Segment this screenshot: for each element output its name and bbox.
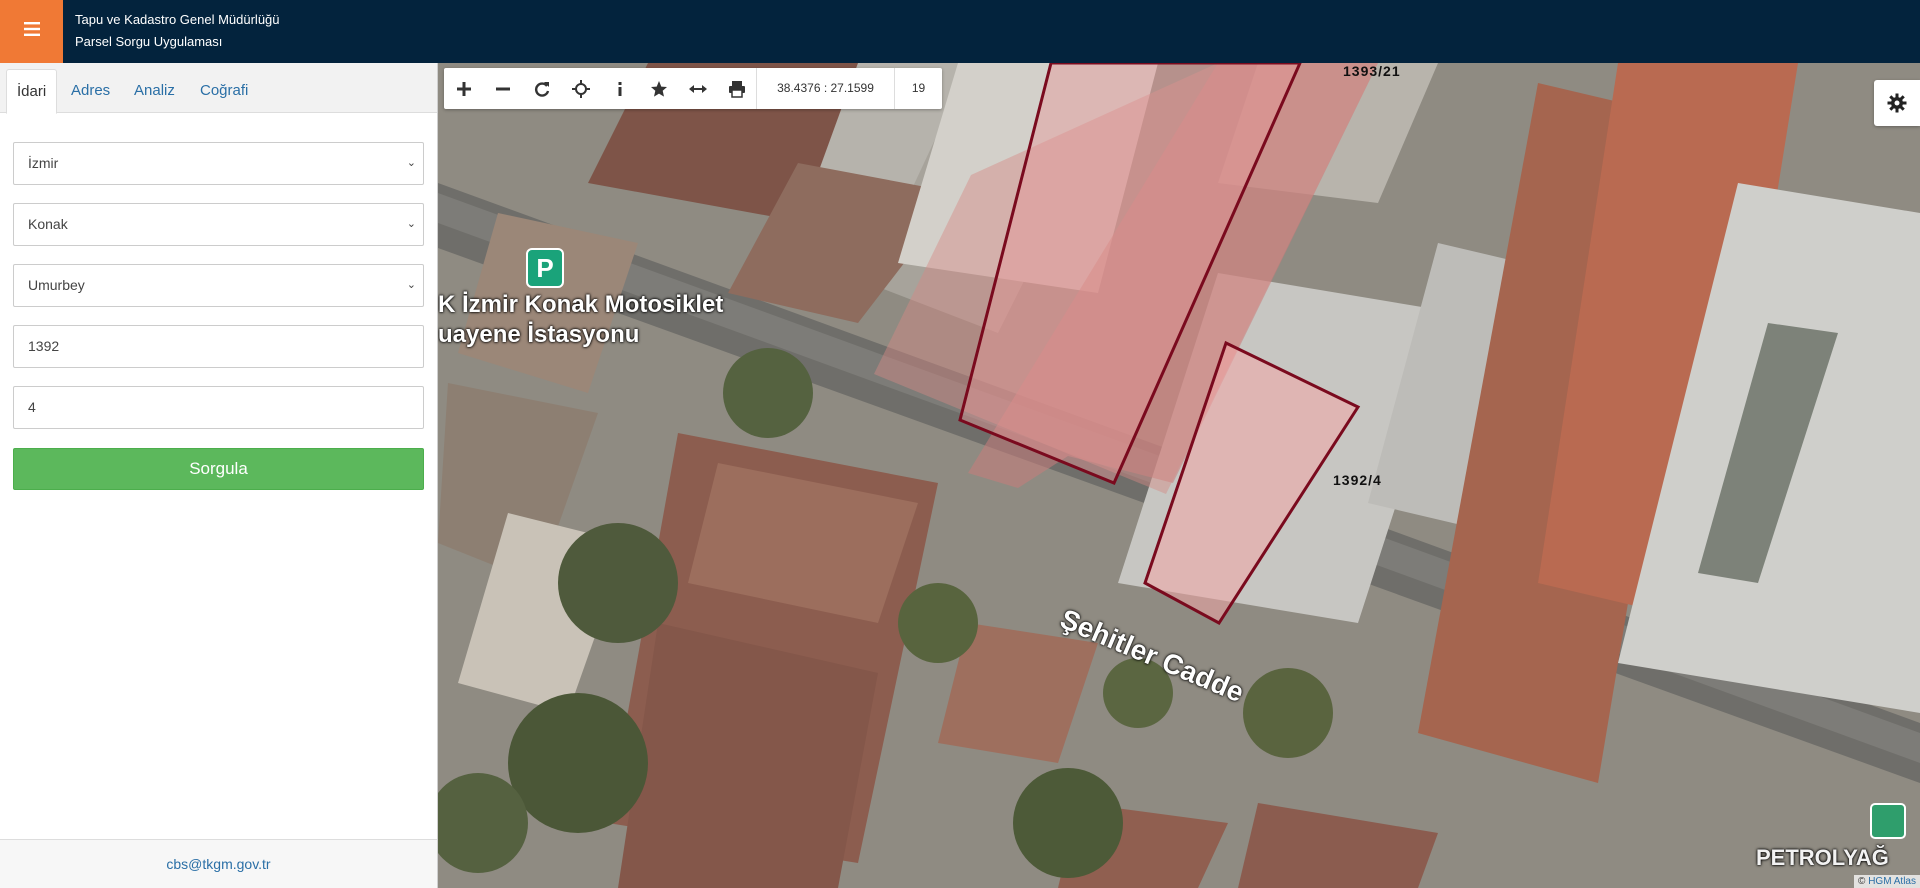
chevron-down-icon: ⌄ [406,157,416,169]
gear-icon [1887,93,1907,113]
tab-analiz[interactable]: Analiz [124,69,185,114]
hamburger-icon [23,22,40,41]
district-value: Konak [28,216,68,232]
attribution-link[interactable]: HGM Atlas [1868,876,1916,887]
chevron-down-icon: ⌄ [406,218,416,230]
zoom-out-button[interactable] [483,68,522,109]
parcel-overlay [958,63,1361,625]
neighborhood-select[interactable]: Umurbey ⌄ [13,264,424,307]
contact-email-link[interactable]: cbs@tkgm.gov.tr [166,856,270,872]
fuel-station-icon [1870,803,1906,839]
info-button[interactable] [600,68,639,109]
measure-button[interactable] [678,68,717,109]
tab-cografi[interactable]: Coğrafi [190,69,258,114]
coordinate-readout: 38.4376 : 27.1599 [756,68,894,109]
query-button[interactable]: Sorgula [13,448,424,490]
zoom-level-readout: 19 [894,68,942,109]
contact-footer: cbs@tkgm.gov.tr [0,839,437,888]
locate-icon [571,79,590,98]
info-icon [618,81,621,96]
attribution-prefix: © [1858,876,1866,887]
district-select[interactable]: Konak ⌄ [13,203,424,246]
locate-button[interactable] [561,68,600,109]
print-button[interactable] [717,68,756,109]
query-sidebar: İdari Adres Analiz Coğrafi İzmir ⌄ Konak… [0,63,438,888]
refresh-icon [534,81,549,97]
refresh-button[interactable] [522,68,561,109]
parking-icon: P [526,248,564,288]
favorite-button[interactable] [639,68,678,109]
tab-idari[interactable]: İdari [6,69,58,114]
parcel-1392-4 [1143,340,1361,625]
place-label-line1: K İzmir Konak Motosiklet [438,291,724,318]
map-toolbar: 38.4376 : 27.1599 19 [444,68,942,109]
zoom-in-icon [456,81,471,96]
parcel-number-input[interactable]: 4 [13,386,424,429]
query-tabs: İdari Adres Analiz Coğrafi [0,63,437,114]
block-number-value: 1392 [28,338,60,354]
parcel-label-1393-21: 1393/21 [1343,63,1401,79]
zoom-out-icon [495,87,510,90]
org-name: Tapu ve Kadastro Genel Müdürlüğü [75,12,280,27]
app-name: Parsel Sorgu Uygulaması [75,34,223,49]
poi-label: PETROLYAĞ [1756,845,1889,870]
zoom-in-button[interactable] [444,68,483,109]
menu-toggle-button[interactable] [0,0,63,63]
block-number-input[interactable]: 1392 [13,325,424,368]
app-title: Tapu ve Kadastro Genel Müdürlüğü Parsel … [75,9,280,53]
measure-icon [688,84,707,93]
province-value: İzmir [28,155,59,171]
neighborhood-value: Umurbey [28,277,85,293]
map-settings-button[interactable] [1874,80,1920,126]
chevron-down-icon: ⌄ [406,279,416,291]
map-attribution: © HGM Atlas [1854,875,1920,888]
print-icon [728,80,745,98]
favorite-icon [650,80,667,97]
place-label-line2: uayene İstasyonu [438,321,640,348]
map-view[interactable]: 1393/21 1392/4 P K İzmir Konak Motosikle… [438,63,1920,888]
tab-adres[interactable]: Adres [61,69,120,114]
province-select[interactable]: İzmir ⌄ [13,142,424,185]
parcel-label-1392-4: 1392/4 [1333,472,1382,488]
top-header-bar: Tapu ve Kadastro Genel Müdürlüğü Parsel … [0,0,1920,63]
parcel-number-value: 4 [28,399,36,415]
